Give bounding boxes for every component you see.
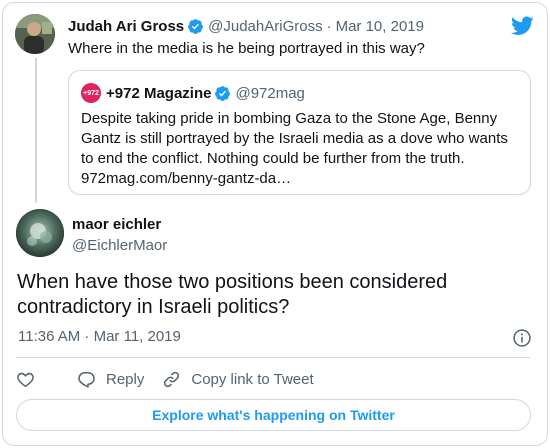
- thread-connector-line: [35, 58, 37, 203]
- link-icon: [164, 371, 180, 387]
- main-author-avatar[interactable]: [16, 209, 64, 257]
- parent-author-avatar[interactable]: [15, 14, 55, 54]
- copy-link-button[interactable]: Copy link to Tweet: [162, 370, 314, 389]
- explore-twitter-button[interactable]: Explore what's happening on Twitter: [16, 399, 531, 431]
- divider: [16, 357, 530, 358]
- parent-author-handle[interactable]: @JudahAriGross: [208, 18, 322, 35]
- quoted-tweet[interactable]: +972 +972 Magazine @972mag Despite takin…: [68, 70, 531, 195]
- quoted-text-line: Despite taking pride in bombing Gaza to …: [81, 110, 498, 127]
- quoted-text-line: to end the conflict. Nothing could be fu…: [81, 150, 465, 167]
- reply-label: Reply: [106, 370, 145, 388]
- parent-author-name[interactable]: Judah Ari Gross: [68, 18, 184, 35]
- tweet-actions: Reply Copy link to Tweet: [16, 368, 314, 390]
- tweet-timestamp[interactable]: 11:36 AM · Mar 11, 2019: [18, 328, 181, 345]
- quoted-link[interactable]: 972mag.com/benny-gantz-da…: [81, 169, 521, 189]
- quoted-text-line: Gantz is still portrayed by the Israeli …: [81, 130, 508, 147]
- main-text-line: contradictory in Israeli politics?: [17, 296, 290, 318]
- info-icon[interactable]: [512, 328, 532, 348]
- header-separator: ·: [326, 17, 332, 35]
- quoted-author-name: +972 Magazine: [106, 84, 212, 102]
- main-author-name[interactable]: maor eichler: [72, 216, 161, 233]
- main-text-line: When have those two positions been consi…: [17, 271, 448, 293]
- verified-badge-icon: [215, 85, 231, 101]
- main-author-handle[interactable]: @EichlerMaor: [72, 237, 167, 254]
- heart-icon: [17, 372, 34, 387]
- copy-link-label: Copy link to Tweet: [191, 370, 314, 388]
- like-button[interactable]: [16, 370, 45, 389]
- quoted-author-handle: @972mag: [235, 84, 305, 102]
- twitter-bird-icon[interactable]: [511, 14, 534, 37]
- quoted-tweet-header: +972 +972 Magazine @972mag: [81, 83, 305, 103]
- verified-badge-icon: [188, 18, 204, 34]
- main-tweet-text: When have those two positions been consi…: [17, 270, 517, 320]
- parent-tweet-header: Judah Ari Gross @JudahAriGross · Mar 10,…: [68, 16, 424, 36]
- quoted-author-avatar: +972: [81, 83, 101, 103]
- reply-button[interactable]: Reply: [77, 370, 144, 389]
- parent-tweet-date[interactable]: Mar 10, 2019: [336, 18, 424, 35]
- quoted-tweet-text: Despite taking pride in bombing Gaza to …: [81, 109, 521, 189]
- parent-tweet-text: Where in the media is he being portrayed…: [68, 40, 425, 57]
- reply-icon: [78, 371, 95, 388]
